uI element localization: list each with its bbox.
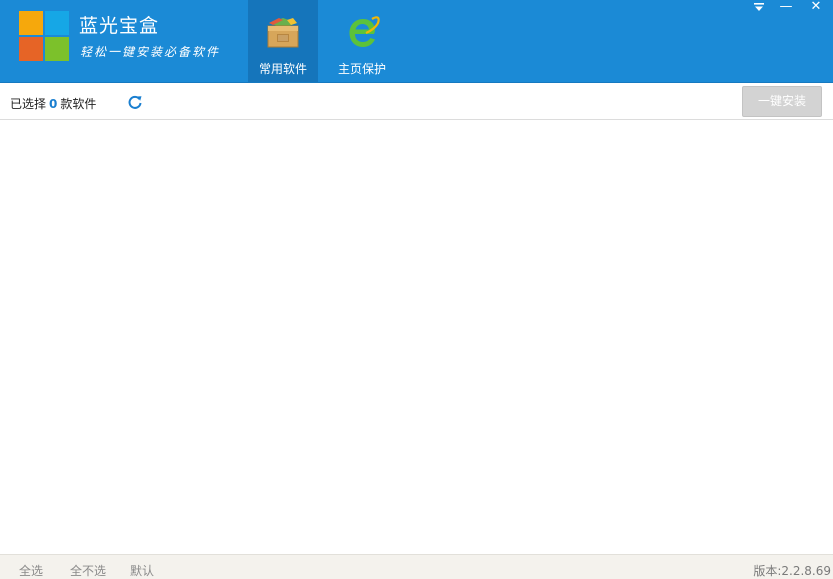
close-button[interactable]: ✕: [808, 0, 824, 14]
tab-common-software[interactable]: 常用软件: [248, 0, 318, 82]
one-click-install-button[interactable]: 一键安装: [742, 86, 822, 117]
logo-tile-red: [19, 37, 43, 61]
ie-browser-icon: [349, 16, 380, 47]
refresh-icon[interactable]: [127, 94, 143, 110]
toolbar: 已选择 0 款软件 一键安装: [0, 83, 833, 120]
app-logo: [19, 11, 69, 61]
logo-tile-blue: [45, 11, 69, 35]
select-none-link[interactable]: 全不选: [70, 562, 106, 579]
minimize-button[interactable]: —: [778, 0, 794, 14]
app-header: 蓝光宝盒 轻松一键安装必备软件 常用软件 主页保护 — ✕: [0, 0, 833, 83]
footer-bar: 全选 全不选 默认 版本:2.2.8.69: [0, 554, 833, 579]
selection-prefix: 已选择: [10, 97, 47, 111]
logo-tile-green: [45, 37, 69, 61]
app-slogan: 轻松一键安装必备软件: [80, 45, 221, 59]
tab-homepage-protection[interactable]: 主页保护: [327, 0, 397, 82]
select-all-link[interactable]: 全选: [19, 562, 43, 579]
software-list-area: [0, 120, 833, 554]
tab-label: 常用软件: [258, 62, 307, 76]
logo-tile-orange: [19, 11, 43, 35]
selection-count: 0: [49, 97, 58, 111]
selection-status: 已选择 0 款软件: [10, 95, 96, 112]
app-title: 蓝光宝盒: [79, 15, 160, 37]
version-label: 版本:2.2.8.69: [753, 564, 831, 578]
dropdown-menu-icon[interactable]: [751, 0, 767, 14]
default-selection-link[interactable]: 默认: [130, 562, 154, 579]
software-box-icon: [267, 18, 299, 48]
selection-suffix: 款软件: [60, 97, 97, 111]
tab-label: 主页保护: [337, 62, 386, 76]
